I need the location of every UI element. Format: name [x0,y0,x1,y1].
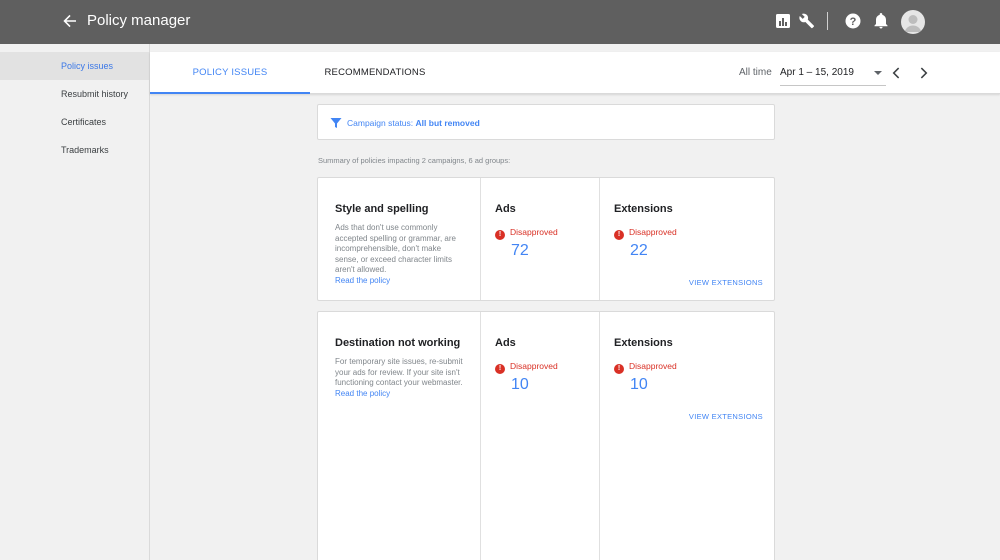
read-policy-link[interactable]: Read the policy [335,276,390,285]
date-range-select[interactable]: Apr 1 – 15, 2019 [780,60,886,86]
ads-column: Ads ! Disapproved 72 [480,178,599,300]
policy-description: For temporary site issues, re-submit you… [335,357,465,399]
error-icon: ! [614,230,624,240]
extensions-status-label: Disapproved [629,227,677,237]
filter-text: Campaign status: All but removed [347,118,480,128]
extensions-status: ! Disapproved [614,361,677,374]
tab-recommendations[interactable]: RECOMMENDATIONS [315,52,435,94]
ads-status-label: Disapproved [510,361,558,371]
extensions-disapproved-count[interactable]: 22 [630,242,648,260]
ads-title: Ads [495,337,516,349]
policy-description: Ads that don't use commonly accepted spe… [335,223,465,286]
next-period-icon[interactable] [915,65,931,81]
reports-icon[interactable] [774,12,792,30]
date-range-label: All time [739,67,772,78]
tab-policy-issues[interactable]: POLICY ISSUES [150,52,310,94]
policy-title: Destination not working [335,337,461,349]
ads-status: ! Disapproved [495,361,558,374]
extensions-title: Extensions [614,337,673,349]
ads-column: Ads ! Disapproved 10 [480,312,599,560]
wrench-icon[interactable] [798,12,816,30]
account-icon [904,15,922,32]
error-icon: ! [614,364,624,374]
toolbar-divider [827,12,828,30]
read-policy-link[interactable]: Read the policy [335,389,390,398]
extensions-column: Extensions ! Disapproved 10 VIEW EXTENSIO… [599,312,776,560]
sidebar-item-resubmit-history[interactable]: Resubmit history [0,80,149,108]
view-extensions-button[interactable]: VIEW EXTENSIONS [689,412,763,421]
ads-disapproved-count[interactable]: 10 [511,376,529,394]
extensions-status: ! Disapproved [614,227,677,240]
top-app-bar: Policy manager ? [0,0,1000,44]
policy-title: Style and spelling [335,203,429,215]
summary-text: Summary of policies impacting 2 campaign… [318,156,511,165]
policy-description-text: For temporary site issues, re-submit you… [335,357,463,387]
error-icon: ! [495,364,505,374]
account-avatar[interactable] [901,10,925,34]
app-title: Policy manager [87,12,191,29]
ads-status: ! Disapproved [495,227,558,240]
bell-icon[interactable] [872,12,890,30]
error-icon: ! [495,230,505,240]
date-range-value: Apr 1 – 15, 2019 [780,67,854,78]
filter-value: All but removed [415,118,480,128]
ads-title: Ads [495,203,516,215]
policy-card-destination-not-working: Destination not working For temporary si… [317,311,775,560]
filter-label: Campaign status: [347,118,414,128]
ads-status-label: Disapproved [510,227,558,237]
extensions-title: Extensions [614,203,673,215]
policy-card-style-spelling: Style and spelling Ads that don't use co… [317,177,775,301]
previous-period-icon[interactable] [889,65,905,81]
svg-text:?: ? [850,16,857,28]
sidebar-item-trademarks[interactable]: Trademarks [0,136,149,164]
tabs-header: POLICY ISSUES RECOMMENDATIONS All time A… [150,52,1000,94]
extensions-status-label: Disapproved [629,361,677,371]
policy-description-text: Ads that don't use commonly accepted spe… [335,223,456,274]
sidebar-item-certificates[interactable]: Certificates [0,108,149,136]
extensions-disapproved-count[interactable]: 10 [630,376,648,394]
policy-column: Destination not working For temporary si… [318,312,480,560]
filter-icon [330,116,342,128]
sidebar-nav: Policy issues Resubmit history Certifica… [0,44,150,560]
ads-disapproved-count[interactable]: 72 [511,242,529,260]
extensions-column: Extensions ! Disapproved 22 VIEW EXTENSIO… [599,178,776,300]
help-icon[interactable]: ? [844,12,862,30]
back-arrow-icon[interactable] [60,11,80,31]
policy-column: Style and spelling Ads that don't use co… [318,178,480,300]
dropdown-caret-icon [874,71,882,75]
sidebar-item-policy-issues[interactable]: Policy issues [0,52,149,80]
campaign-status-filter[interactable]: Campaign status: All but removed [317,104,775,140]
view-extensions-button[interactable]: VIEW EXTENSIONS [689,278,763,287]
